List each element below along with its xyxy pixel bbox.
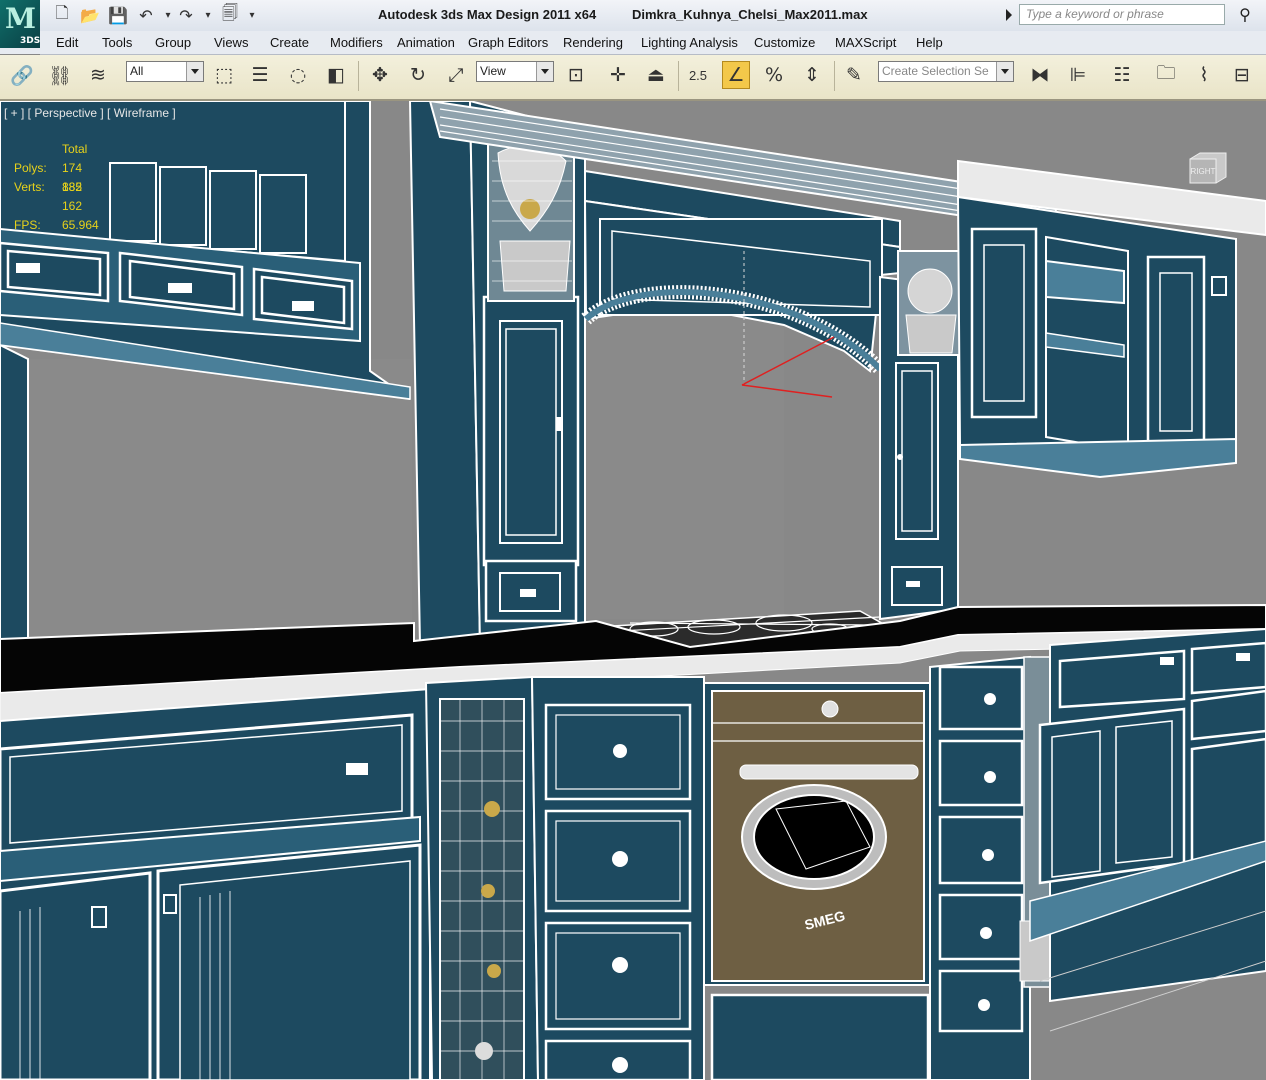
reference-coordinate-dropdown[interactable]: View — [476, 61, 554, 82]
viewcube-face-label: RIGHT — [1191, 167, 1216, 176]
save-file-icon[interactable]: 💾 — [108, 5, 128, 25]
select-and-rotate-icon[interactable]: ↻ — [404, 61, 432, 89]
stats-key: Polys: — [14, 161, 47, 175]
logo-label: 3DS — [20, 36, 41, 46]
snaps-toggle-button[interactable]: 2.5 — [684, 61, 712, 89]
selection-region-icon[interactable]: ◌ — [284, 61, 312, 89]
search-input[interactable]: Type a keyword or phrase — [1019, 4, 1225, 25]
binoculars-icon[interactable]: ⚲ — [1232, 5, 1258, 25]
menu-views[interactable]: Views — [214, 35, 248, 50]
lower-left-cabinet — [0, 687, 431, 1080]
menu-group[interactable]: Group — [155, 35, 191, 50]
toolbar-divider — [358, 61, 359, 91]
logo-letter: M — [5, 2, 36, 35]
percent-snap-toggle-icon[interactable]: % — [760, 61, 788, 89]
app-title: Autodesk 3ds Max Design 2011 x64 — [378, 7, 597, 22]
menu-customize[interactable]: Customize — [754, 35, 815, 50]
mirror-icon[interactable]: ⧓ — [1026, 61, 1054, 89]
file-name: Dimkra_Kuhnya_Chelsi_Max2011.max — [632, 7, 868, 22]
chevron-down-icon — [186, 62, 203, 81]
angle-snap-toggle-icon[interactable]: ∠ — [722, 61, 750, 89]
viewport-label[interactable]: [ + ] [ Perspective ] [ Wireframe ] — [4, 106, 176, 120]
menu-tools[interactable]: Tools — [102, 35, 132, 50]
undo-icon[interactable]: ↶ — [136, 5, 156, 25]
select-and-move-icon[interactable]: ✥ — [366, 61, 394, 89]
select-and-scale-icon[interactable]: ⤢ — [442, 61, 470, 89]
toolbar-divider — [834, 61, 835, 91]
project-folder-icon[interactable]: 🗐 — [220, 3, 240, 25]
edit-named-selection-icon[interactable]: ✎ — [840, 61, 868, 89]
left-corbel-carving — [487, 140, 575, 302]
snap-value-label: 2.5 — [688, 67, 708, 83]
selection-filter-value: All — [130, 64, 144, 78]
reference-coordinate-value: View — [480, 64, 506, 78]
ornate-column — [424, 675, 540, 1080]
select-by-name-icon[interactable]: ☰ — [246, 61, 274, 89]
fps-value: 65.964 — [62, 218, 99, 232]
menu-graph-editors[interactable]: Graph Editors — [468, 35, 548, 50]
app-logo-button[interactable]: M 3DS — [0, 0, 40, 48]
select-and-link-icon[interactable]: 🔗 — [8, 61, 36, 89]
named-selection-dropdown[interactable]: Create Selection Se — [878, 61, 1014, 82]
selection-filter-dropdown[interactable]: All — [126, 61, 204, 82]
redo-dropdown-icon[interactable]: ▾ — [198, 5, 218, 25]
kitchen-wireframe-scene: SMEG — [0, 101, 1266, 1080]
upper-right-cabinet — [956, 159, 1266, 479]
layer-manager-icon[interactable]: ☷ — [1108, 61, 1136, 89]
search-expand-icon[interactable] — [1006, 9, 1012, 21]
left-drawer-stack — [530, 676, 705, 1080]
scene-explorer-icon[interactable]: 🗀 — [1152, 61, 1180, 89]
stats-value: 185 162 — [62, 180, 83, 213]
menubar-strip — [0, 48, 40, 54]
keyboard-shortcut-override-icon[interactable]: ⏏ — [642, 61, 670, 89]
spinner-snap-toggle-icon[interactable]: ⇕ — [798, 61, 826, 89]
viewcube[interactable]: RIGHT — [1186, 149, 1230, 187]
bind-to-space-warp-icon[interactable]: ≋ — [84, 61, 112, 89]
open-file-icon[interactable]: 📂 — [80, 5, 100, 25]
chevron-down-icon — [996, 62, 1013, 81]
select-object-icon[interactable]: ⬚ — [210, 61, 238, 89]
quick-access-dropdown-icon[interactable]: ▾ — [242, 5, 262, 25]
menu-create[interactable]: Create — [270, 35, 309, 50]
window-crossing-icon[interactable]: ◧ — [322, 61, 350, 89]
menu-rendering[interactable]: Rendering — [563, 35, 623, 50]
right-pillar — [879, 250, 965, 621]
menu-maxscript[interactable]: MAXScript — [835, 35, 896, 50]
undo-dropdown-icon[interactable]: ▾ — [158, 5, 178, 25]
fps-key: FPS: — [14, 218, 41, 232]
stats-key: Verts: — [14, 180, 45, 194]
chevron-down-icon — [536, 62, 553, 81]
select-and-manipulate-icon[interactable]: ✛ — [604, 61, 632, 89]
align-icon[interactable]: ⊫ — [1064, 61, 1092, 89]
menu-lighting-analysis[interactable]: Lighting Analysis — [641, 35, 738, 50]
toolbar-divider — [678, 61, 679, 91]
stats-header: Total — [62, 142, 88, 156]
menu-bar: Edit Tools Group Views Create Modifiers … — [40, 31, 1266, 55]
left-pillar — [408, 101, 586, 647]
menu-edit[interactable]: Edit — [56, 35, 78, 50]
curve-editor-icon[interactable]: ⌇ — [1190, 61, 1218, 89]
schematic-view-icon[interactable]: ⊟ — [1228, 61, 1256, 89]
unlink-selection-icon[interactable]: ⛓ — [46, 61, 74, 89]
menu-animation[interactable]: Animation — [397, 35, 455, 50]
oven: SMEG — [703, 682, 931, 1080]
title-bar: 🗋 📂 💾 ↶ ▾ ↷ ▾ 🗐 ▾ Autodesk 3ds Max Desig… — [0, 0, 1266, 32]
redo-icon[interactable]: ↷ — [176, 5, 196, 25]
named-selection-value: Create Selection Se — [882, 64, 989, 78]
pivot-center-icon[interactable]: ⊡ — [562, 61, 590, 89]
menu-modifiers[interactable]: Modifiers — [330, 35, 383, 50]
right-corbel-carving — [897, 250, 965, 356]
new-file-icon[interactable]: 🗋 — [52, 3, 72, 25]
menu-help[interactable]: Help — [916, 35, 943, 50]
lower-right-cabinet — [1029, 627, 1266, 1032]
perspective-viewport[interactable]: SMEG [+] [Perspective] [Wireframe]… — [0, 101, 1266, 1080]
